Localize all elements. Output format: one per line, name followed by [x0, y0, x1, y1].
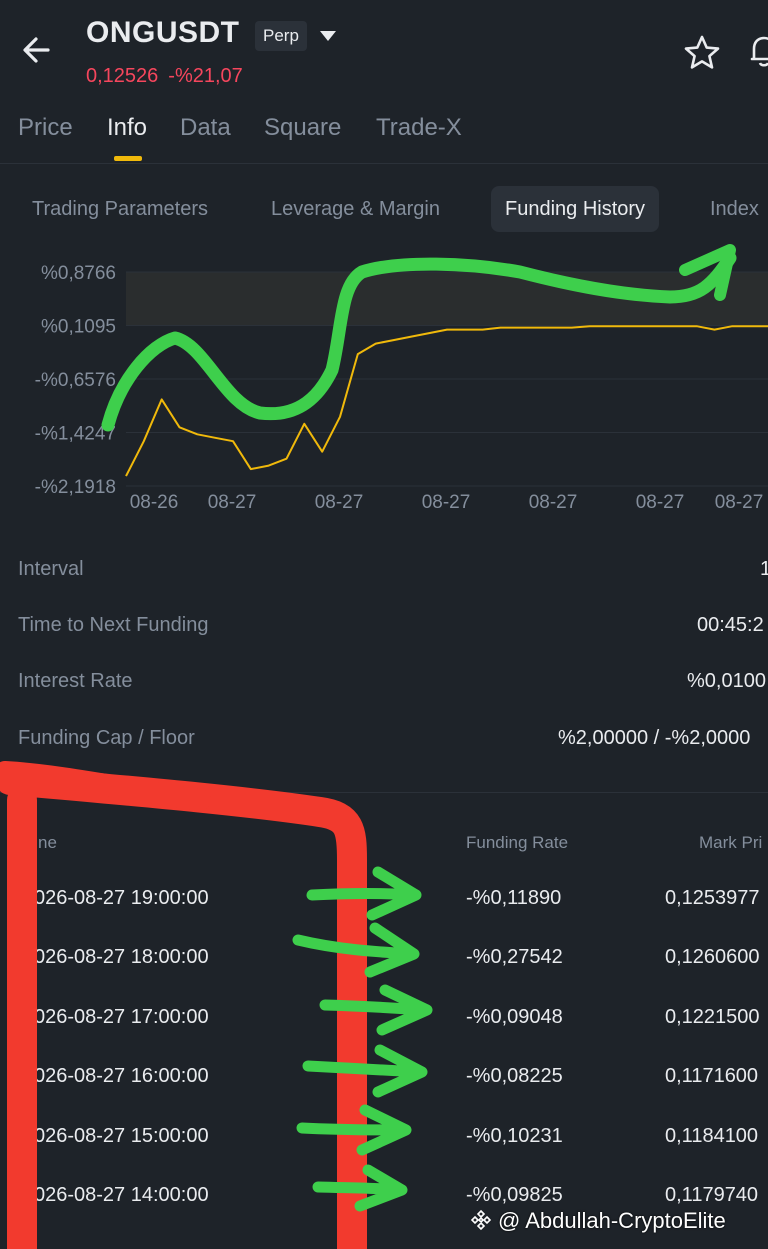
symbol-title[interactable]: ONGUSDT	[86, 16, 240, 50]
row-time: 026-08-27 18:00:00	[34, 946, 209, 968]
subtab-trading-parameters[interactable]: Trading Parameters	[32, 186, 208, 232]
chart-x-tick-label: 08-26	[130, 492, 179, 513]
subtab-leverage-margin[interactable]: Leverage & Margin	[271, 186, 440, 232]
tab-price[interactable]: Price	[18, 114, 73, 142]
chart-y-tick-label: -%2,1918	[35, 477, 116, 498]
chart-y-tick-label: %0,8766	[41, 263, 116, 284]
tab-square[interactable]: Square	[264, 114, 341, 142]
chart-x-tick-label: 08-27	[315, 492, 364, 513]
last-price: 0,12526	[86, 65, 159, 87]
row-mark-price: 0,1171600	[665, 1065, 759, 1087]
price-line: 0,12526 -%21,07	[86, 65, 243, 88]
top-tabs: Price Info Data Square Trade-X	[0, 108, 768, 164]
watermark: @ Abdullah-CryptoElite	[470, 1208, 726, 1234]
dropdown-caret-icon[interactable]	[317, 28, 339, 44]
row-time: 026-08-27 14:00:00	[34, 1184, 209, 1206]
chart-y-tick-label: -%1,4247	[35, 424, 116, 445]
row-funding-rate: -%0,09048	[466, 1006, 563, 1028]
row-funding-rate: -%0,08225	[466, 1065, 563, 1087]
row-mark-price: 0,1221500	[665, 1006, 760, 1028]
row-time: 026-08-27 15:00:00	[34, 1125, 209, 1147]
row-time: 026-08-27 17:00:00	[34, 1006, 209, 1028]
interval-label: Interval	[18, 558, 84, 580]
interest-rate-label: Interest Rate	[18, 670, 133, 692]
subtab-funding-history[interactable]: Funding History	[491, 186, 660, 232]
chart-shaded-band	[126, 272, 768, 326]
funding-cap-value: %2,00000 / -%2,0000	[558, 727, 751, 749]
chart-series-line	[125, 325, 768, 477]
bell-icon[interactable]	[744, 31, 768, 71]
active-tab-indicator	[114, 156, 142, 161]
change-percent: -%21,07	[168, 65, 243, 87]
row-mark-price: 0,1253977	[665, 887, 760, 909]
chart-x-tick-label: 08-27	[636, 492, 685, 513]
subtab-index[interactable]: Index	[710, 186, 759, 232]
green-pointer-arrows	[292, 866, 433, 1212]
tab-trade-x[interactable]: Trade-X	[376, 114, 462, 142]
chart-y-tick-label: -%0,6576	[35, 370, 116, 391]
interval-value: 1	[760, 558, 768, 580]
chart-x-tick-label: 08-27	[715, 492, 764, 513]
funding-rate-chart: %0,8766 %0,1095 -%0,6576 -%1,4247 -%2,1918 08…	[35, 263, 768, 513]
funding-cap-label: Funding Cap / Floor	[18, 727, 195, 749]
row-funding-rate: -%0,10231	[466, 1125, 563, 1147]
next-funding-value: 00:45:2	[697, 614, 764, 636]
row-time: 026-08-27 19:00:00	[34, 887, 209, 909]
row-mark-price: 0,1184100	[665, 1125, 759, 1147]
binance-square-logo-icon	[470, 1209, 492, 1231]
row-mark-price: 0,1179740	[665, 1184, 759, 1206]
chart-y-tick-label: %0,1095	[41, 317, 116, 338]
chart-x-tick-label: 08-27	[529, 492, 578, 513]
tab-info[interactable]: Info	[107, 114, 147, 142]
row-funding-rate: -%0,09825	[466, 1184, 563, 1206]
chart-x-tick-label: 08-27	[208, 492, 257, 513]
perp-badge: Perp	[255, 21, 307, 51]
section-divider	[0, 792, 768, 793]
chart-x-tick-label: 08-27	[422, 492, 471, 513]
interest-rate-value: %0,0100	[687, 670, 766, 692]
tab-data[interactable]: Data	[180, 114, 231, 142]
row-funding-rate: -%0,11890	[466, 887, 562, 909]
back-arrow-icon[interactable]	[18, 30, 58, 70]
row-funding-rate: -%0,27542	[466, 946, 563, 968]
header-mark-price: Mark Pri	[699, 833, 763, 852]
watermark-text: @ Abdullah-CryptoElite	[498, 1208, 726, 1233]
row-mark-price: 0,1260600	[665, 946, 760, 968]
header: ONGUSDT Perp 0,12526 -%21,07	[0, 0, 768, 110]
star-icon[interactable]	[682, 33, 722, 73]
next-funding-label: Time to Next Funding	[18, 614, 209, 636]
row-time: 026-08-27 16:00:00	[34, 1065, 209, 1087]
header-time: ne	[38, 833, 57, 852]
header-funding-rate: Funding Rate	[466, 833, 569, 852]
